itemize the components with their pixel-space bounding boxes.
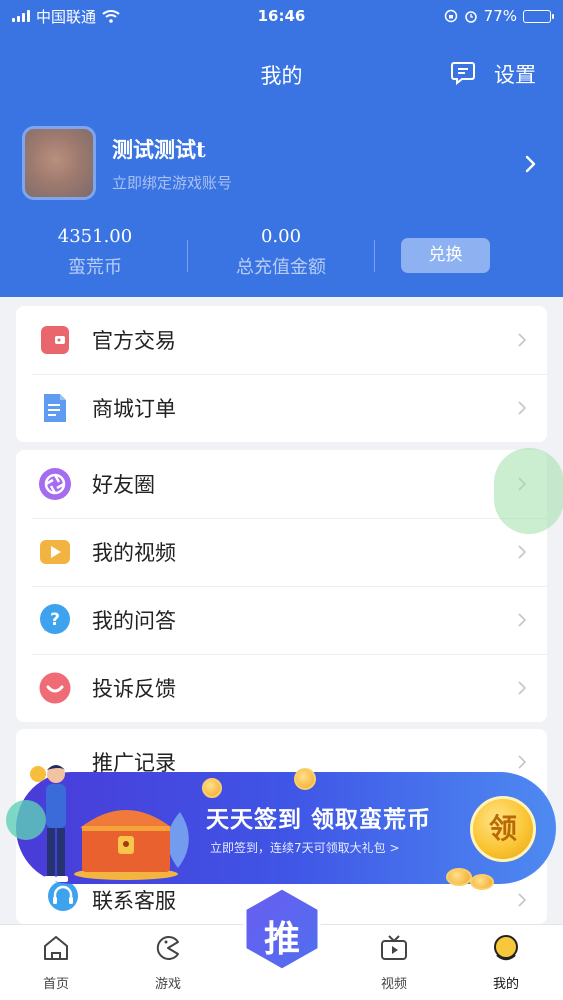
avatar[interactable]	[22, 126, 96, 200]
menu-item-official-trade[interactable]: 官方交易	[16, 306, 547, 374]
tab-videos[interactable]: 视频	[354, 933, 434, 992]
battery-icon	[523, 9, 554, 23]
tab-recommend[interactable]: 推	[241, 884, 323, 974]
alarm-icon	[464, 11, 477, 23]
banner-subtitle[interactable]: 立即签到，连续7天可领取大礼包 >	[210, 839, 400, 856]
sign-in-banner[interactable]: 天天签到 领取蛮荒币 立即签到，连续7天可领取大礼包 > 领	[0, 740, 563, 900]
feedback-icon	[38, 671, 72, 705]
wallet-icon	[38, 323, 72, 357]
coins-value: 4351.00	[57, 226, 133, 247]
tab-label: 我的	[492, 977, 519, 992]
floating-assistive-bubble[interactable]	[494, 448, 563, 534]
stat-divider	[187, 240, 188, 272]
recharge-stat[interactable]: 0.00 总充值金额	[216, 226, 346, 279]
carrier-name: 中国联通	[36, 7, 97, 26]
menu-item-label: 好友圈	[92, 473, 155, 497]
aperture-icon	[38, 467, 72, 501]
menu-item-label: 商城订单	[92, 397, 176, 421]
chevron-right-icon	[518, 333, 527, 347]
recharge-label: 总充值金额	[236, 257, 326, 278]
coin-icon	[294, 768, 316, 790]
claim-button[interactable]: 领	[470, 796, 536, 862]
tab-label: 游戏	[154, 977, 181, 992]
tab-label: 首页	[42, 977, 69, 992]
battery-percent: 77%	[483, 7, 517, 25]
tab-games[interactable]: 游戏	[128, 933, 208, 992]
signal-icon	[12, 10, 30, 22]
treasure-chest-icon	[74, 810, 178, 880]
tv-icon	[381, 935, 407, 960]
exchange-button[interactable]: 兑换	[401, 238, 490, 273]
menu-item-label: 我的问答	[92, 609, 176, 633]
video-icon	[38, 535, 72, 569]
tab-home[interactable]: 首页	[16, 933, 96, 992]
page-title: 我的	[260, 64, 303, 88]
social-card: 好友圈 我的视频 ? 我的问答 投诉反馈	[16, 450, 547, 722]
recharge-value: 0.00	[260, 226, 302, 247]
wifi-icon	[102, 10, 120, 23]
coins-stat[interactable]: 4351.00 蛮荒币	[40, 226, 150, 279]
settings-button[interactable]: 设置	[494, 59, 536, 89]
rotation-lock-icon	[444, 9, 457, 23]
menu-item-my-qa[interactable]: ? 我的问答	[16, 586, 547, 654]
home-icon	[44, 936, 68, 960]
banner-title: 天天签到 领取蛮荒币	[206, 807, 432, 833]
document-icon	[38, 391, 72, 425]
user-face-icon	[494, 935, 518, 961]
chevron-right-icon	[518, 545, 527, 559]
profile-header: 中国联通 16:46 77% 我的 设置 测试测试t 立即绑定游戏账号 4351…	[0, 0, 563, 297]
coin-icon	[202, 778, 222, 798]
menu-item-label: 我的视频	[92, 541, 176, 565]
trade-card: 官方交易 商城订单	[16, 306, 547, 442]
coins-label: 蛮荒币	[68, 257, 122, 278]
coin-icon	[446, 868, 472, 886]
chevron-right-icon[interactable]	[522, 154, 538, 174]
menu-item-friends-circle[interactable]: 好友圈	[16, 450, 547, 518]
stat-divider	[374, 240, 375, 272]
status-bar: 中国联通 16:46 77%	[0, 0, 563, 32]
menu-item-feedback[interactable]: 投诉反馈	[16, 654, 547, 722]
svg-text:?: ?	[50, 610, 60, 630]
chevron-right-icon	[518, 613, 527, 627]
gamepad-icon	[156, 936, 179, 960]
menu-item-mall-orders[interactable]: 商城订单	[16, 374, 547, 442]
profile-row[interactable]: 测试测试t 立即绑定游戏账号	[22, 124, 542, 202]
username: 测试测试t	[112, 136, 206, 162]
chevron-right-icon	[518, 681, 527, 695]
tab-label: 视频	[380, 977, 407, 992]
tab-recommend-label: 推	[263, 918, 300, 960]
chevron-right-icon	[518, 401, 527, 415]
question-icon: ?	[38, 603, 72, 637]
menu-item-label: 投诉反馈	[92, 677, 176, 701]
message-icon[interactable]	[450, 60, 476, 86]
menu-item-my-videos[interactable]: 我的视频	[16, 518, 547, 586]
coin-icon	[470, 874, 494, 890]
menu-item-label: 官方交易	[92, 329, 176, 353]
bind-account-hint[interactable]: 立即绑定游戏账号	[112, 172, 232, 193]
tab-mine[interactable]: 我的	[466, 933, 546, 992]
